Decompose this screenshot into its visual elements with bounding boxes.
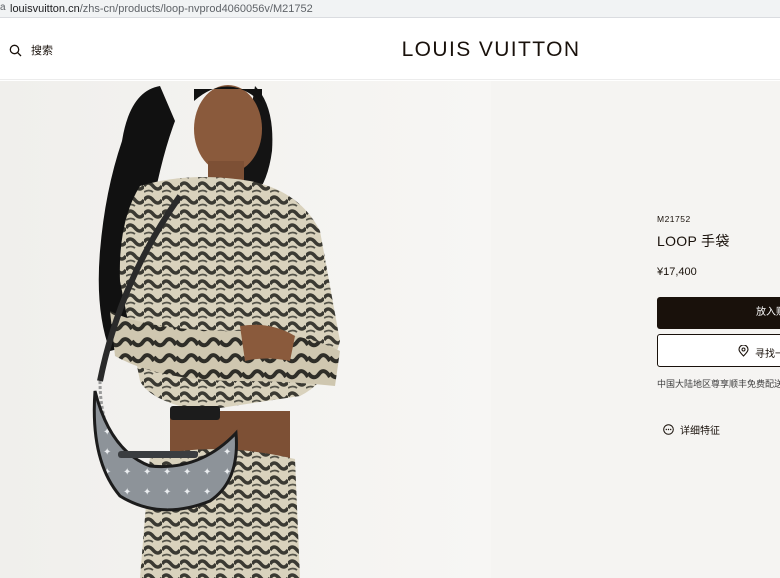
add-to-cart-button[interactable]: 放入购物车 — [657, 297, 780, 329]
product-sku: M21752 — [657, 214, 691, 224]
url-text[interactable]: louisvuitton.cn/zhs-cn/products/loop-nvp… — [10, 2, 313, 16]
browser-address-bar[interactable]: a louisvuitton.cn/zhs-cn/products/loop-n… — [0, 0, 780, 18]
lock-icon: a — [0, 2, 6, 13]
url-host: louisvuitton.cn — [10, 3, 80, 15]
product-photo: ✦ — [0, 81, 491, 578]
delivery-note: 中国大陆地区尊享顺丰免费配送 — [657, 379, 780, 389]
find-in-store-label: 寻找一 — [755, 349, 780, 360]
url-path: /zhs-cn/products/loop-nvprod4060056v/M21… — [79, 3, 313, 15]
site-header: 搜索 LOUIS VUITTON — [0, 18, 780, 80]
details-link[interactable]: 详细特征 — [657, 422, 720, 437]
add-to-cart-label: 放入购物车 — [756, 307, 780, 318]
brand-logo[interactable]: LOUIS VUITTON — [0, 38, 780, 62]
more-dots-icon — [663, 424, 674, 435]
details-label: 详细特征 — [680, 426, 720, 437]
product-price: ¥17,400 — [657, 266, 697, 278]
product-info-panel: M21752 LOOP 手袋 ¥17,400 放入购物车 寻找一 中国大陆地区尊… — [491, 81, 780, 578]
find-in-store-button[interactable]: 寻找一 — [657, 334, 780, 367]
product-name: LOOP 手袋 — [657, 233, 730, 249]
